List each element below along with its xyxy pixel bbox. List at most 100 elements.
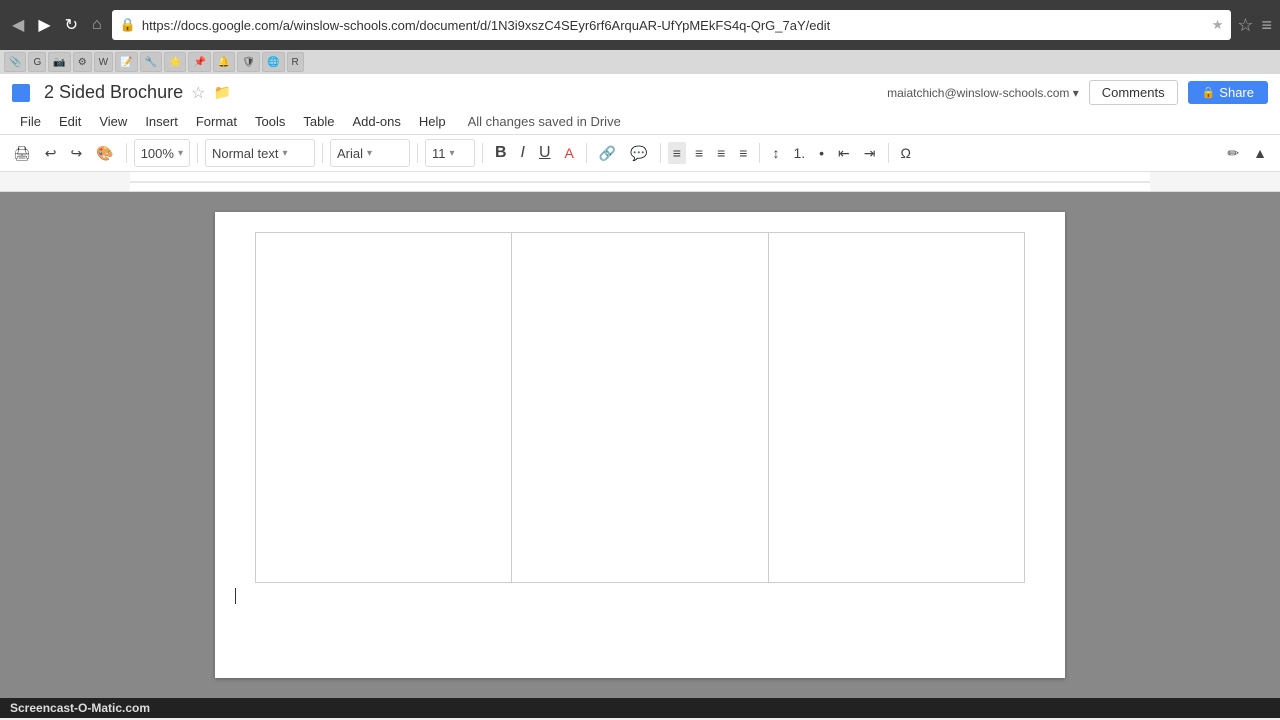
underline-button[interactable]: U [534,141,556,165]
document-title[interactable]: 2 Sided Brochure [44,82,183,103]
chevron-up-button[interactable]: ▲ [1248,142,1272,164]
ordered-list-button[interactable]: 1. [788,142,810,164]
style-value: Normal text [212,146,278,161]
separator-6 [586,143,587,163]
fontsize-value: 11 [432,146,446,161]
app-icon [12,84,30,102]
paint-format-button[interactable]: 🎨 [91,142,118,165]
separator-4 [417,143,418,163]
link-button[interactable]: 🔗 [594,142,621,165]
comment-button[interactable]: 💬 [625,142,652,165]
table-cell-2[interactable] [512,233,768,583]
text-cursor [235,588,236,604]
table-row [256,233,1025,583]
menu-format[interactable]: Format [188,111,245,132]
edit-pen-button[interactable]: ✏ [1222,142,1244,165]
forward-button[interactable]: ▶ [34,13,54,37]
share-label: Share [1219,85,1254,100]
separator-1 [126,143,127,163]
separator-8 [759,143,760,163]
line-spacing-button[interactable]: ↕ [767,142,784,164]
print-button[interactable]: 🖨 [8,142,36,165]
toolbar: 🖨 ↩ ↪ 🎨 100% ▾ Normal text ▾ Arial ▾ 11 … [0,135,1280,172]
indent-less-button[interactable]: ⇤ [833,142,855,165]
fontsize-dropdown[interactable]: 11 ▾ [425,139,475,167]
font-dropdown[interactable]: Arial ▾ [330,139,410,167]
separator-3 [322,143,323,163]
ext-item-3[interactable]: 📷 [48,52,70,72]
share-button[interactable]: 🔒 Share [1188,81,1268,104]
ext-item-11[interactable]: 🛡 [237,52,260,72]
unordered-list-button[interactable]: • [814,142,829,164]
comments-button[interactable]: Comments [1089,80,1178,105]
separator-9 [888,143,889,163]
zoom-dropdown[interactable]: 100% ▾ [134,139,190,167]
back-button[interactable]: ◀ [8,13,28,37]
menu-edit[interactable]: Edit [51,111,89,132]
zoom-value: 100% [141,146,174,161]
ext-item-2[interactable]: G [28,52,46,72]
align-justify-button[interactable]: ≡ [734,142,752,164]
ruler [0,172,1280,192]
separator-7 [660,143,661,163]
font-arrow-icon: ▾ [367,148,372,159]
favorite-star-icon[interactable]: ☆ [191,83,205,103]
bold-button[interactable]: B [490,141,512,165]
ext-item-1[interactable]: 📎 [4,52,26,72]
indent-more-button[interactable]: ⇥ [859,142,881,165]
ext-item-5[interactable]: W [94,52,113,72]
browser-chrome: ◀ ▶ ↻ ⌂ 🔒 ★ ☆ ≡ [0,0,1280,50]
user-email[interactable]: maiatchich@winslow-schools.com ▾ [887,86,1079,100]
document-area[interactable] [0,192,1280,698]
menu-view[interactable]: View [91,111,135,132]
lock-icon: 🔒 [120,17,136,33]
title-right: maiatchich@winslow-schools.com ▾ Comment… [887,80,1268,105]
address-bar-container[interactable]: 🔒 ★ [112,10,1232,40]
address-bar[interactable] [142,18,1206,33]
separator-2 [197,143,198,163]
cursor-area[interactable] [215,583,1065,608]
align-right-button[interactable]: ≡ [712,142,730,164]
fontsize-arrow-icon: ▾ [449,148,454,159]
align-center-button[interactable]: ≡ [690,142,708,164]
home-button[interactable]: ⌂ [88,14,106,36]
bookmark-icon[interactable]: ☆ [1237,15,1253,36]
ext-item-8[interactable]: ⭐ [164,52,186,72]
separator-5 [482,143,483,163]
save-status: All changes saved in Drive [468,114,621,129]
redo-button[interactable]: ↪ [66,142,88,165]
ext-item-9[interactable]: 📌 [188,52,210,72]
ext-item-6[interactable]: 📝 [115,52,137,72]
table-cell-1[interactable] [256,233,512,583]
menu-tools[interactable]: Tools [247,111,293,132]
menu-help[interactable]: Help [411,111,454,132]
browser-icons: ☆ ≡ [1237,15,1272,36]
refresh-button[interactable]: ↻ [61,13,82,37]
extension-bar: 📎 G 📷 ⚙ W 📝 🔧 ⭐ 📌 🔔 🛡 🌐 R [0,50,1280,74]
ruler-svg [130,172,1150,192]
style-dropdown[interactable]: Normal text ▾ [205,139,315,167]
special-chars-button[interactable]: Ω [896,142,916,164]
menu-icon[interactable]: ≡ [1261,15,1272,36]
ext-item-12[interactable]: 🌐 [262,52,284,72]
ext-item-7[interactable]: 🔧 [140,52,162,72]
ext-item-10[interactable]: 🔔 [213,52,235,72]
menu-table[interactable]: Table [295,111,342,132]
menu-file[interactable]: File [12,111,49,132]
color-button[interactable]: A [560,142,579,164]
menu-insert[interactable]: Insert [137,111,186,132]
italic-button[interactable]: I [516,141,530,165]
menu-addons[interactable]: Add-ons [344,111,408,132]
star-icon[interactable]: ★ [1212,17,1224,33]
document-page [215,212,1065,678]
menu-bar: File Edit View Insert Format Tools Table… [12,109,1268,134]
ruler-inner [130,172,1150,191]
folder-icon[interactable]: 📁 [213,84,230,101]
align-left-button[interactable]: ≡ [668,142,686,164]
undo-button[interactable]: ↩ [40,142,62,165]
table-cell-3[interactable] [768,233,1024,583]
style-arrow-icon: ▾ [282,148,287,159]
title-row: 2 Sided Brochure ☆ 📁 maiatchich@winslow-… [12,80,1268,105]
ext-item-13[interactable]: R [287,52,304,72]
ext-item-4[interactable]: ⚙ [73,52,92,72]
